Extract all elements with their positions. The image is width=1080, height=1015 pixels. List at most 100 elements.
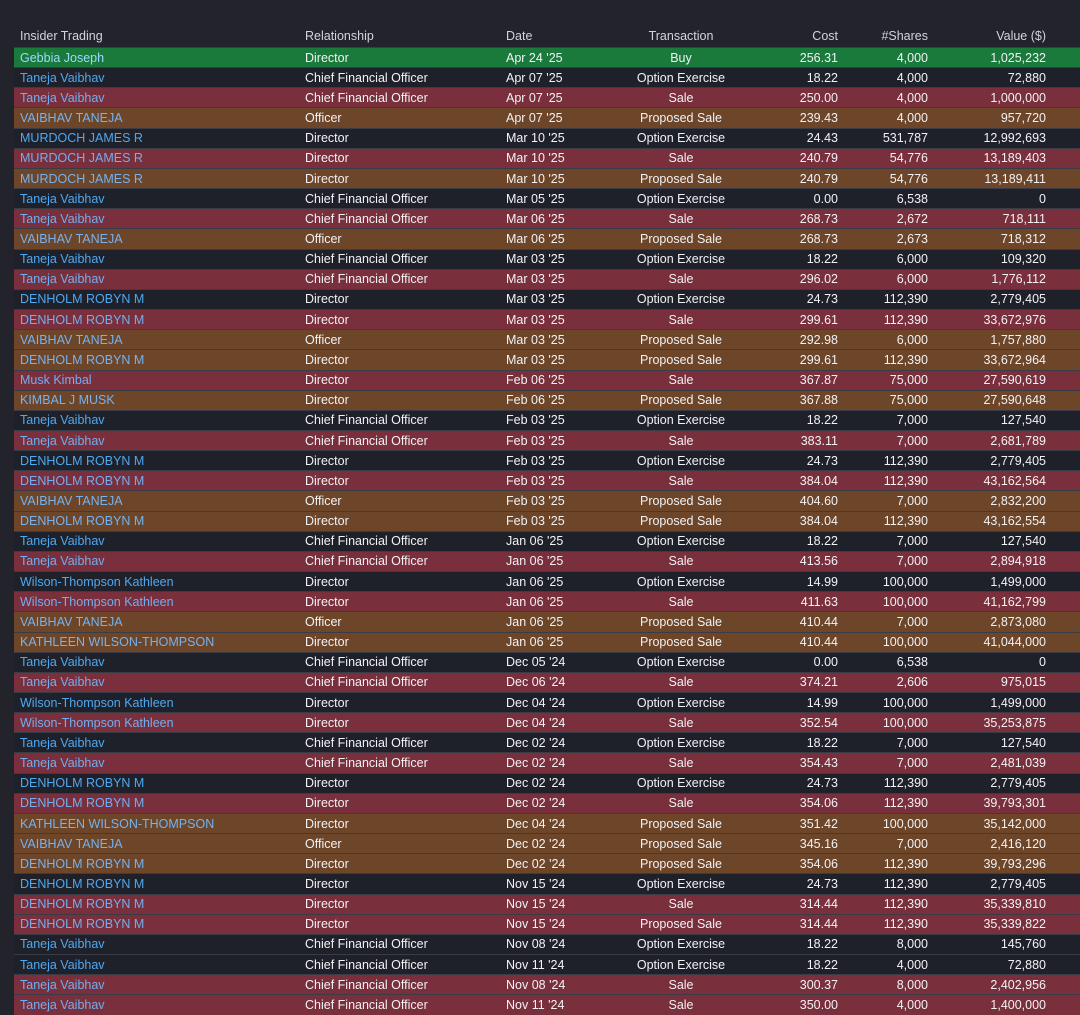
table-row[interactable]: Wilson-Thompson Kathleen Director Dec 04 '…: [14, 692, 1080, 713]
insider-name-link[interactable]: Wilson-Thompson Kathleen: [14, 575, 305, 589]
insider-name-link[interactable]: Taneja Vaibhav: [14, 937, 305, 951]
table-row[interactable]: DENHOLM ROBYN M Director Feb 03 '25 Sale 384…: [14, 470, 1080, 491]
insider-name-link[interactable]: DENHOLM ROBYN M: [14, 353, 305, 367]
table-row[interactable]: Gebbia Joseph Director Apr 24 '25 Buy 256.31…: [14, 47, 1080, 68]
insider-name-link[interactable]: Wilson-Thompson Kathleen: [14, 696, 305, 710]
insider-name-link[interactable]: Taneja Vaibhav: [14, 978, 305, 992]
insider-name-link[interactable]: Taneja Vaibhav: [14, 534, 305, 548]
insider-name-link[interactable]: Gebbia Joseph: [14, 51, 305, 65]
insider-name-link[interactable]: DENHOLM ROBYN M: [14, 897, 305, 911]
insider-name-link[interactable]: MURDOCH JAMES R: [14, 131, 305, 145]
table-row[interactable]: VAIBHAV TANEJA Officer Apr 07 '25 Proposed …: [14, 107, 1080, 128]
table-row[interactable]: Taneja Vaibhav Chief Financial Officer Apr…: [14, 67, 1080, 88]
insider-name-link[interactable]: DENHOLM ROBYN M: [14, 917, 305, 931]
insider-name-link[interactable]: DENHOLM ROBYN M: [14, 454, 305, 468]
table-row[interactable]: DENHOLM ROBYN M Director Dec 02 '24 Propose…: [14, 853, 1080, 874]
table-row[interactable]: Wilson-Thompson Kathleen Director Dec 04 '…: [14, 712, 1080, 733]
table-row[interactable]: DENHOLM ROBYN M Director Mar 03 '25 Sale 299…: [14, 309, 1080, 330]
insider-name-link[interactable]: DENHOLM ROBYN M: [14, 292, 305, 306]
table-row[interactable]: MURDOCH JAMES R Director Mar 10 '25 Sale 240…: [14, 147, 1080, 168]
insider-name-link[interactable]: Taneja Vaibhav: [14, 655, 305, 669]
table-row[interactable]: VAIBHAV TANEJA Officer Mar 03 '25 Proposed …: [14, 329, 1080, 350]
table-row[interactable]: DENHOLM ROBYN M Director Nov 15 '24 Option …: [14, 873, 1080, 894]
table-row[interactable]: Taneja Vaibhav Chief Financial Officer Nov…: [14, 933, 1080, 955]
table-row[interactable]: Taneja Vaibhav Chief Financial Officer Dec…: [14, 671, 1080, 692]
table-row[interactable]: Taneja Vaibhav Chief Financial Officer Jan…: [14, 530, 1080, 551]
table-row[interactable]: Wilson-Thompson Kathleen Director Jan 06 '…: [14, 591, 1080, 612]
insider-name-link[interactable]: KATHLEEN WILSON-THOMPSON: [14, 817, 305, 831]
table-row[interactable]: Taneja Vaibhav Chief Financial Officer Mar…: [14, 248, 1080, 269]
header-value[interactable]: Value ($): [928, 29, 1046, 43]
table-row[interactable]: Taneja Vaibhav Chief Financial Officer Dec…: [14, 752, 1080, 773]
table-row[interactable]: Taneja Vaibhav Chief Financial Officer Feb…: [14, 409, 1080, 430]
insider-name-link[interactable]: Taneja Vaibhav: [14, 272, 305, 286]
insider-name-link[interactable]: VAIBHAV TANEJA: [14, 615, 305, 629]
header-shares[interactable]: #Shares: [838, 29, 928, 43]
insider-name-link[interactable]: VAIBHAV TANEJA: [14, 837, 305, 851]
insider-name-link[interactable]: KATHLEEN WILSON-THOMPSON: [14, 635, 305, 649]
insider-name-link[interactable]: Taneja Vaibhav: [14, 998, 305, 1012]
insider-name-link[interactable]: Wilson-Thompson Kathleen: [14, 716, 305, 730]
table-row[interactable]: DENHOLM ROBYN M Director Mar 03 '25 Propose…: [14, 349, 1080, 370]
insider-name-link[interactable]: Taneja Vaibhav: [14, 91, 305, 105]
insider-name-link[interactable]: Taneja Vaibhav: [14, 192, 305, 206]
table-row[interactable]: KATHLEEN WILSON-THOMPSON Director Dec 04 '…: [14, 812, 1080, 834]
table-row[interactable]: DENHOLM ROBYN M Director Nov 15 '24 Sale 314…: [14, 893, 1080, 914]
insider-name-link[interactable]: DENHOLM ROBYN M: [14, 313, 305, 327]
table-row[interactable]: Taneja Vaibhav Chief Financial Officer Mar…: [14, 268, 1080, 289]
insider-name-link[interactable]: Taneja Vaibhav: [14, 958, 305, 972]
header-transaction[interactable]: Transaction: [616, 29, 746, 43]
table-row[interactable]: DENHOLM ROBYN M Director Feb 03 '25 Propose…: [14, 510, 1080, 531]
header-cost[interactable]: Cost: [746, 29, 838, 43]
insider-name-link[interactable]: VAIBHAV TANEJA: [14, 333, 305, 347]
header-date[interactable]: Date: [506, 29, 616, 43]
table-row[interactable]: Taneja Vaibhav Chief Financial Officer Nov…: [14, 974, 1080, 995]
insider-name-link[interactable]: Taneja Vaibhav: [14, 71, 305, 85]
table-row[interactable]: Musk Kimbal Director Feb 06 '25 Sale 367.87 7…: [14, 369, 1080, 390]
table-row[interactable]: VAIBHAV TANEJA Officer Jan 06 '25 Proposed …: [14, 611, 1080, 632]
table-row[interactable]: Taneja Vaibhav Chief Financial Officer Dec…: [14, 651, 1080, 672]
insider-name-link[interactable]: Taneja Vaibhav: [14, 756, 305, 770]
table-row[interactable]: KIMBAL J MUSK Director Feb 06 '25 Proposed …: [14, 389, 1080, 410]
table-row[interactable]: VAIBHAV TANEJA Officer Dec 02 '24 Proposed …: [14, 833, 1080, 854]
table-row[interactable]: VAIBHAV TANEJA Officer Feb 03 '25 Proposed …: [14, 490, 1080, 511]
insider-name-link[interactable]: VAIBHAV TANEJA: [14, 111, 305, 125]
insider-name-link[interactable]: Musk Kimbal: [14, 373, 305, 387]
insider-name-link[interactable]: Wilson-Thompson Kathleen: [14, 595, 305, 609]
table-row[interactable]: DENHOLM ROBYN M Director Mar 03 '25 Option …: [14, 288, 1080, 310]
table-row[interactable]: Taneja Vaibhav Chief Financial Officer Feb…: [14, 429, 1080, 451]
table-row[interactable]: Wilson-Thompson Kathleen Director Jan 06 '…: [14, 571, 1080, 592]
table-row[interactable]: DENHOLM ROBYN M Director Feb 03 '25 Option …: [14, 450, 1080, 471]
insider-name-link[interactable]: Taneja Vaibhav: [14, 554, 305, 568]
insider-name-link[interactable]: Taneja Vaibhav: [14, 212, 305, 226]
insider-name-link[interactable]: VAIBHAV TANEJA: [14, 232, 305, 246]
insider-name-link[interactable]: Taneja Vaibhav: [14, 434, 305, 448]
header-relationship[interactable]: Relationship: [305, 29, 506, 43]
table-row[interactable]: Taneja Vaibhav Chief Financial Officer Mar…: [14, 188, 1080, 209]
table-row[interactable]: DENHOLM ROBYN M Director Dec 02 '24 Sale 354…: [14, 792, 1080, 813]
insider-name-link[interactable]: DENHOLM ROBYN M: [14, 877, 305, 891]
insider-name-link[interactable]: Taneja Vaibhav: [14, 252, 305, 266]
insider-name-link[interactable]: DENHOLM ROBYN M: [14, 776, 305, 790]
table-row[interactable]: Taneja Vaibhav Chief Financial Officer Dec…: [14, 732, 1080, 753]
table-row[interactable]: Taneja Vaibhav Chief Financial Officer Nov…: [14, 994, 1080, 1015]
table-row[interactable]: MURDOCH JAMES R Director Mar 10 '25 Option …: [14, 127, 1080, 148]
insider-name-link[interactable]: VAIBHAV TANEJA: [14, 494, 305, 508]
insider-name-link[interactable]: Taneja Vaibhav: [14, 736, 305, 750]
insider-name-link[interactable]: Taneja Vaibhav: [14, 413, 305, 427]
table-row[interactable]: Taneja Vaibhav Chief Financial Officer Apr…: [14, 87, 1080, 108]
insider-name-link[interactable]: DENHOLM ROBYN M: [14, 474, 305, 488]
table-row[interactable]: VAIBHAV TANEJA Officer Mar 06 '25 Proposed …: [14, 228, 1080, 249]
insider-name-link[interactable]: DENHOLM ROBYN M: [14, 514, 305, 528]
insider-name-link[interactable]: MURDOCH JAMES R: [14, 151, 305, 165]
table-row[interactable]: DENHOLM ROBYN M Director Nov 15 '24 Propose…: [14, 913, 1080, 934]
table-row[interactable]: Taneja Vaibhav Chief Financial Officer Nov…: [14, 954, 1080, 975]
insider-name-link[interactable]: KIMBAL J MUSK: [14, 393, 305, 407]
table-row[interactable]: KATHLEEN WILSON-THOMPSON Director Jan 06 '…: [14, 631, 1080, 652]
table-row[interactable]: Taneja Vaibhav Chief Financial Officer Jan…: [14, 550, 1080, 572]
insider-name-link[interactable]: Taneja Vaibhav: [14, 675, 305, 689]
insider-name-link[interactable]: DENHOLM ROBYN M: [14, 796, 305, 810]
insider-name-link[interactable]: DENHOLM ROBYN M: [14, 857, 305, 871]
insider-name-link[interactable]: MURDOCH JAMES R: [14, 172, 305, 186]
table-row[interactable]: MURDOCH JAMES R Director Mar 10 '25 Propose…: [14, 167, 1080, 189]
